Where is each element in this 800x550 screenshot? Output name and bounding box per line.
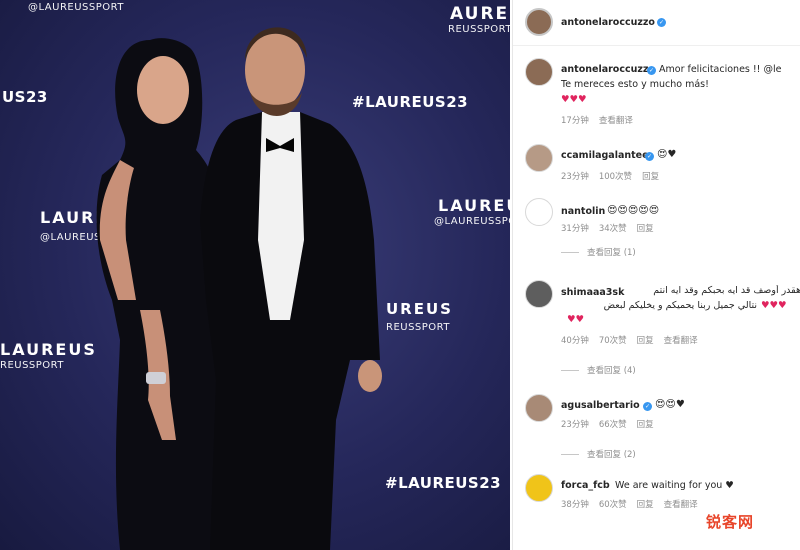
couple-illustration — [96, 27, 382, 550]
like-count[interactable]: 66次赞 — [599, 420, 627, 430]
comment-time: 40分钟 — [561, 336, 589, 346]
header-username-text[interactable]: antonelaroccuzzo — [561, 17, 655, 28]
comment-username[interactable]: agusalbertario — [561, 400, 640, 411]
like-count[interactable]: 60次赞 — [599, 500, 627, 510]
comment-avatar[interactable] — [525, 144, 553, 172]
avatar[interactable] — [525, 8, 553, 36]
view-replies-link[interactable]: 查看回复 (2) — [561, 448, 636, 460]
comment-emojis: 😍😍😍😍😍 — [607, 205, 660, 216]
comment-text: We are waiting for you ♥ — [615, 480, 734, 491]
comment-username[interactable]: nantolin — [561, 206, 605, 217]
comment-emojis: 😍♥ — [657, 149, 677, 160]
comment-meta: 40分钟 70次赞 回复 查看翻译 — [561, 334, 708, 346]
comment-time: 38分钟 — [561, 500, 589, 510]
translate-link[interactable]: 查看翻译 — [664, 336, 698, 346]
reply-button[interactable]: 回复 — [637, 336, 654, 346]
comment-avatar[interactable] — [525, 58, 553, 86]
translate-link[interactable]: 查看翻译 — [664, 500, 698, 510]
comment-time: 23分钟 — [561, 420, 589, 430]
comment-avatar[interactable] — [525, 394, 553, 422]
like-count[interactable]: 34次赞 — [599, 224, 627, 234]
comment-text: نتالي جميل ربنا يحميكم و يخليكم لبعض — [603, 300, 757, 311]
like-count[interactable]: 70次赞 — [599, 336, 627, 346]
comment-meta: 17分钟 查看翻译 — [561, 114, 643, 126]
like-count[interactable]: 100次赞 — [599, 172, 632, 182]
reply-button[interactable]: 回复 — [642, 172, 659, 182]
comment-meta: 31分钟 34次赞 回复 — [561, 222, 664, 234]
comment-text: هقدر أوصف قد ايه بحبكم وقد ايه انتم — [653, 285, 800, 296]
site-watermark: 锐客网 — [705, 513, 754, 531]
heart-emojis: ♥♥ — [567, 314, 585, 325]
comment-avatar[interactable] — [525, 198, 553, 226]
comment-text: Te mereces esto y mucho más! — [561, 79, 709, 90]
comment-username[interactable]: ccamilagalantee — [561, 150, 649, 161]
event-photo: @LAUREUSSPORT AUREUS REUSSPORT US23 #LAU… — [0, 0, 510, 550]
comment-username[interactable]: shimaaa3sk — [561, 287, 624, 298]
verified-icon: ✓ — [643, 402, 652, 411]
reply-button[interactable]: 回复 — [637, 420, 654, 430]
verified-icon: ✓ — [656, 18, 666, 27]
comment-meta: 38分钟 60次赞 回复 查看翻译 — [561, 498, 708, 510]
post-header: antonelaroccuzzo ✓ — [513, 0, 800, 46]
translate-link[interactable]: 查看翻译 — [599, 116, 633, 126]
header-username[interactable]: antonelaroccuzzo ✓ — [561, 17, 666, 28]
comment-meta: 23分钟 100次赞 回复 — [561, 170, 669, 182]
verified-icon: ✓ — [647, 66, 656, 75]
heart-emojis: ♥♥♥ — [761, 300, 787, 311]
comment-avatar[interactable] — [525, 280, 553, 308]
comment-username[interactable]: antonelaroccuzzo — [561, 64, 655, 75]
reply-button[interactable]: 回复 — [637, 224, 654, 234]
comment-username[interactable]: forca_fcb — [561, 480, 610, 491]
comment-time: 17分钟 — [561, 116, 589, 126]
verified-icon: ✓ — [645, 152, 654, 161]
view-replies-link[interactable]: 查看回复 (4) — [561, 364, 636, 376]
comment-emojis: 😍😍♥ — [655, 399, 685, 410]
instagram-comments-panel: antonelaroccuzzo ✓ antonelaroccuzzo ✓ Amo… — [512, 0, 800, 550]
heart-emojis: ♥♥♥ — [561, 94, 587, 105]
view-replies-link[interactable]: 查看回复 (1) — [561, 246, 636, 258]
comment-meta: 23分钟 66次赞 回复 — [561, 418, 664, 430]
reply-button[interactable]: 回复 — [637, 500, 654, 510]
comment-time: 23分钟 — [561, 172, 589, 182]
comment-text: Amor felicitaciones !! @le — [659, 64, 782, 75]
comment-time: 31分钟 — [561, 224, 589, 234]
comment-avatar[interactable] — [525, 474, 553, 502]
